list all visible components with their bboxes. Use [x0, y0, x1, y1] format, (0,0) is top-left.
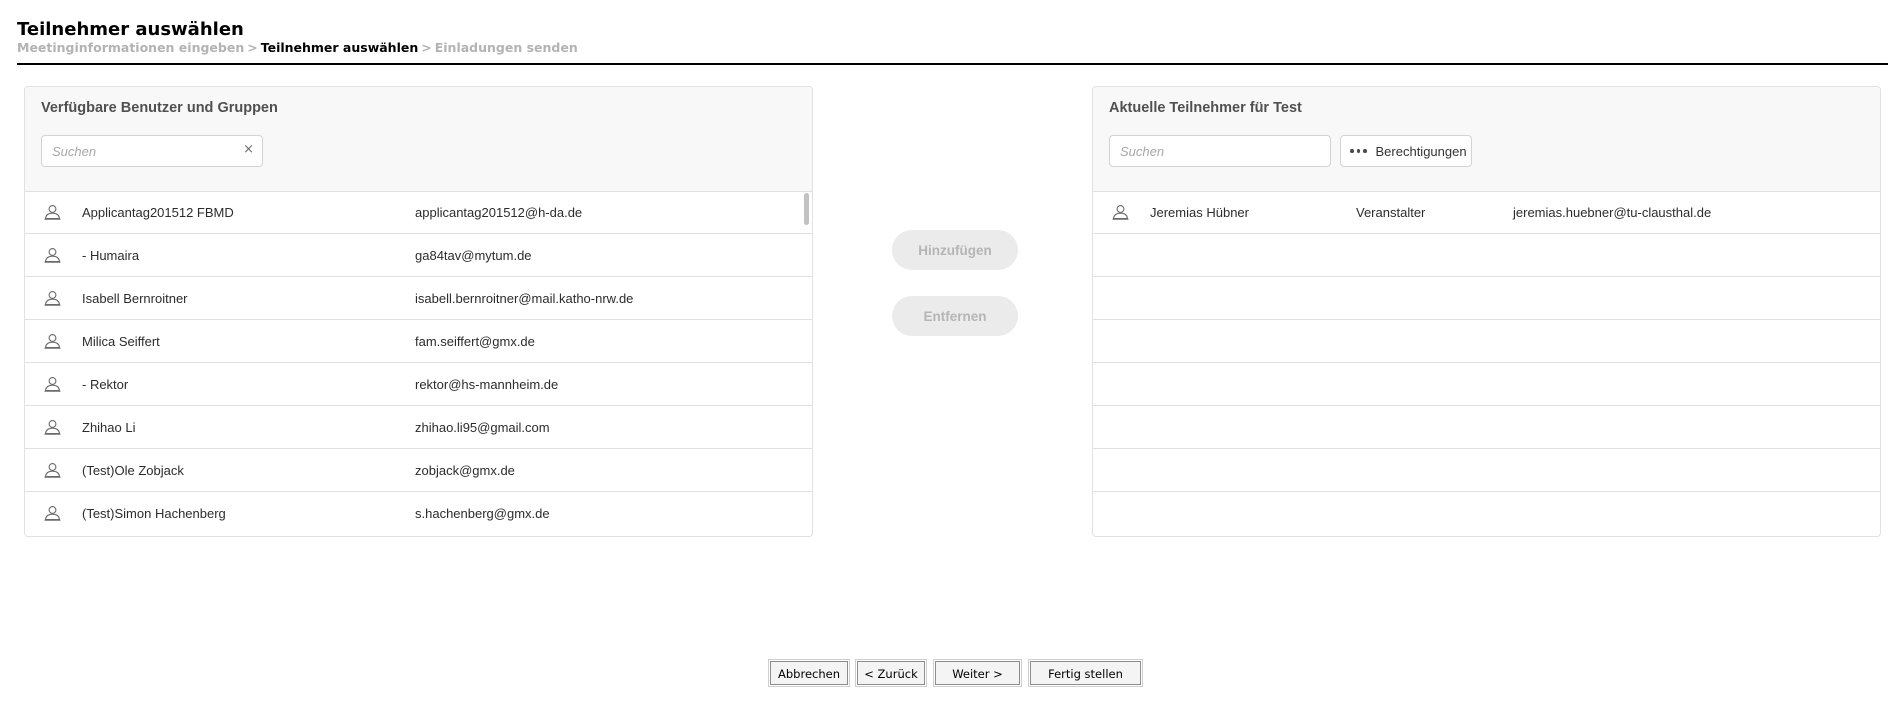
- list-item[interactable]: - Rektor rektor@hs-mannheim.de: [25, 363, 812, 406]
- finish-button[interactable]: Fertig stellen: [1028, 659, 1143, 687]
- list-item[interactable]: Zhihao Li zhihao.li95@gmail.com: [25, 406, 812, 449]
- breadcrumb: Meetinginformationen eingeben > Teilnehmer…: [17, 40, 578, 56]
- available-users-search-box: ×: [41, 135, 263, 167]
- user-email: isabell.bernroitner@mail.katho-nrw.de: [415, 291, 634, 306]
- list-item[interactable]: (Test)Simon Hachenberg s.hachenberg@gmx.…: [25, 492, 812, 535]
- user-icon: [44, 205, 61, 220]
- breadcrumb-step-select-participants: Teilnehmer auswählen: [260, 40, 419, 55]
- user-email: applicantag201512@h-da.de: [415, 205, 583, 220]
- page-title: Teilnehmer auswählen: [17, 19, 244, 40]
- participant-email: jeremias.huebner@tu-clausthal.de: [1513, 205, 1712, 220]
- participants-search-box: [1109, 135, 1331, 167]
- user-name: Zhihao Li: [82, 420, 136, 435]
- available-users-header: Verfügbare Benutzer und Gruppen ×: [25, 87, 812, 192]
- user-name: - Rektor: [82, 377, 129, 392]
- user-name: (Test)Simon Hachenberg: [82, 506, 226, 521]
- available-users-panel: Verfügbare Benutzer und Gruppen × Applic…: [24, 86, 813, 537]
- user-icon: [44, 377, 61, 392]
- list-item-empty: [1093, 449, 1880, 492]
- clear-icon[interactable]: ×: [243, 142, 254, 157]
- list-item-empty: [1093, 492, 1880, 535]
- list-item[interactable]: - Humaira ga84tav@mytum.de: [25, 234, 812, 277]
- list-item[interactable]: Isabell Bernroitner isabell.bernroitner@…: [25, 277, 812, 320]
- user-email: zobjack@gmx.de: [415, 463, 515, 478]
- user-email: fam.seiffert@gmx.de: [415, 334, 535, 349]
- user-email: ga84tav@mytum.de: [415, 248, 532, 263]
- user-email: s.hachenberg@gmx.de: [415, 506, 550, 521]
- user-name: Isabell Bernroitner: [82, 291, 188, 306]
- user-icon: [44, 291, 61, 306]
- user-icon: [44, 420, 61, 435]
- breadcrumb-step-meeting-info: Meetinginformationen eingeben: [17, 40, 245, 55]
- user-icon: [44, 334, 61, 349]
- permissions-button[interactable]: Berechtigungen: [1340, 135, 1472, 167]
- current-participants-header: Aktuelle Teilnehmer für Test Berechtigun…: [1093, 87, 1880, 192]
- more-dots-icon: [1350, 149, 1367, 153]
- user-name: Milica Seiffert: [82, 334, 160, 349]
- permissions-label: Berechtigungen: [1375, 143, 1467, 159]
- current-participants-title: Aktuelle Teilnehmer für Test: [1109, 100, 1302, 116]
- participant-name: Jeremias Hübner: [1150, 205, 1249, 220]
- user-name: Applicantag201512 FBMD: [82, 205, 234, 220]
- breadcrumb-separator: >: [421, 40, 432, 55]
- list-item-empty: [1093, 406, 1880, 449]
- header-divider: [17, 63, 1888, 65]
- add-button[interactable]: Hinzufügen: [892, 230, 1018, 270]
- current-participants-list: Jeremias Hübner Veranstalter jeremias.hu…: [1093, 191, 1880, 536]
- list-item[interactable]: Jeremias Hübner Veranstalter jeremias.hu…: [1093, 191, 1880, 234]
- breadcrumb-step-send-invitations: Einladungen senden: [434, 40, 578, 55]
- next-button[interactable]: Weiter >: [933, 659, 1022, 687]
- list-item-empty: [1093, 277, 1880, 320]
- participants-search-input[interactable]: [1110, 136, 1300, 166]
- user-icon: [1112, 205, 1129, 220]
- list-item[interactable]: Applicantag201512 FBMD applicantag201512…: [25, 191, 812, 234]
- available-users-search-input[interactable]: [42, 136, 232, 166]
- list-item[interactable]: Milica Seiffert fam.seiffert@gmx.de: [25, 320, 812, 363]
- user-icon: [44, 463, 61, 478]
- list-item[interactable]: (Test)Ole Zobjack zobjack@gmx.de: [25, 449, 812, 492]
- remove-button[interactable]: Entfernen: [892, 296, 1018, 336]
- available-users-title: Verfügbare Benutzer und Gruppen: [41, 100, 278, 116]
- list-item-empty: [1093, 320, 1880, 363]
- user-icon: [44, 506, 61, 521]
- participant-role: Veranstalter: [1356, 205, 1426, 220]
- list-item-empty: [1093, 234, 1880, 277]
- breadcrumb-separator: >: [247, 40, 258, 55]
- user-name: - Humaira: [82, 248, 140, 263]
- user-icon: [44, 248, 61, 263]
- available-users-list: Applicantag201512 FBMD applicantag201512…: [25, 191, 812, 536]
- user-email: rektor@hs-mannheim.de: [415, 377, 559, 392]
- list-scrollbar[interactable]: [804, 193, 809, 225]
- user-email: zhihao.li95@gmail.com: [415, 420, 550, 435]
- back-button[interactable]: < Zurück: [855, 659, 927, 687]
- cancel-button[interactable]: Abbrechen: [768, 659, 850, 687]
- user-name: (Test)Ole Zobjack: [82, 463, 184, 478]
- current-participants-panel: Aktuelle Teilnehmer für Test Berechtigun…: [1092, 86, 1881, 537]
- list-item-empty: [1093, 363, 1880, 406]
